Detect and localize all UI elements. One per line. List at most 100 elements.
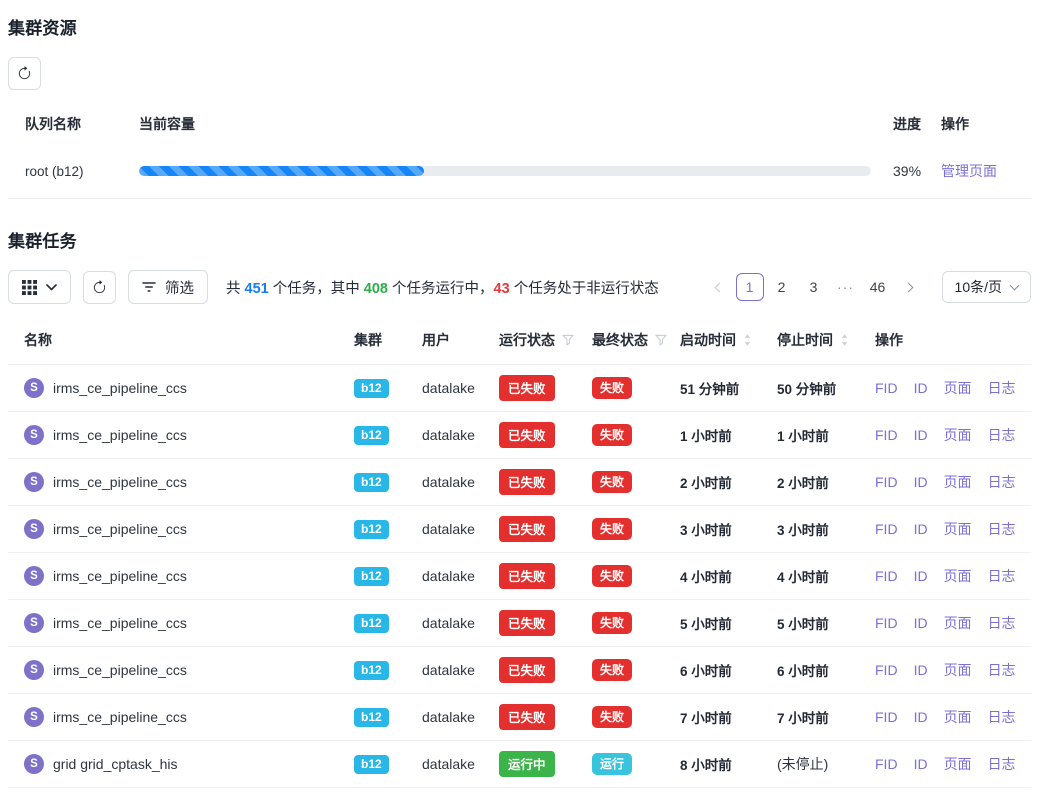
action-link-FID[interactable]: FID [875,380,898,396]
table-row: Sirms_ce_pipeline_ccs b12 datalake 已失败 失… [8,553,1031,600]
action-link-页面[interactable]: 页面 [944,615,972,631]
cluster-resources-section: 集群资源 队列名称 当前容量 进度 操作 root (b12) [8,14,1031,199]
row-actions: FID ID 页面日志 [865,553,1031,600]
cluster-cell: b12 [344,459,412,506]
task-name: irms_ce_pipeline_ccs [53,380,187,396]
action-link-页面[interactable]: 页面 [944,427,972,443]
task-name: irms_ce_pipeline_ccs [53,662,187,678]
action-link-日志[interactable]: 日志 [988,568,1016,584]
action-link-FID[interactable]: FID [875,662,898,678]
filter-funnel-icon[interactable] [655,334,667,346]
column-settings-button[interactable] [8,270,71,304]
action-link-ID[interactable]: ID [914,568,928,584]
action-link-页面[interactable]: 页面 [944,662,972,678]
page-button-46[interactable]: 46 [864,273,892,301]
chevron-down-icon [1010,281,1020,291]
action-link-ID[interactable]: ID [914,709,928,725]
action-link-ID[interactable]: ID [914,615,928,631]
user-cell: datalake [412,459,489,506]
run-status-cell: 已失败 [489,600,582,647]
pager-ellipsis[interactable]: ··· [832,273,860,301]
page-size-select[interactable]: 10条/页 [942,271,1031,303]
action-link-日志[interactable]: 日志 [988,380,1016,396]
run-status-badge: 已失败 [499,516,555,542]
action-link-页面[interactable]: 页面 [944,521,972,537]
page-button-1[interactable]: 1 [736,273,764,301]
action-link-FID[interactable]: FID [875,427,898,443]
action-link-日志[interactable]: 日志 [988,756,1016,772]
action-link-日志[interactable]: 日志 [988,427,1016,443]
cluster-cell: b12 [344,741,412,788]
user-cell: datalake [412,647,489,694]
prev-page-button[interactable] [704,273,732,301]
page: 集群资源 队列名称 当前容量 进度 操作 root (b12) [0,0,1039,790]
action-link-页面[interactable]: 页面 [944,380,972,396]
capacity-progress-bar [139,166,871,176]
final-status-badge: 失败 [592,706,632,728]
action-link-ID[interactable]: ID [914,662,928,678]
row-actions: FID ID 页面日志 [865,741,1031,788]
cluster-cell: b12 [344,412,412,459]
column-header-stop-time: 停止时间 [767,318,865,365]
user-cell: datalake [412,553,489,600]
start-time: 51 分钟前 [680,382,739,397]
user-cell: datalake [412,412,489,459]
action-link-ID[interactable]: ID [914,756,928,772]
final-status-cell: 失败 [582,553,670,600]
final-status-cell: 失败 [582,600,670,647]
tasks-refresh-button[interactable] [83,271,116,304]
action-link-页面[interactable]: 页面 [944,474,972,490]
action-link-日志[interactable]: 日志 [988,521,1016,537]
action-link-ID[interactable]: ID [914,427,928,443]
action-link-FID[interactable]: FID [875,709,898,725]
run-status-cell: 已失败 [489,694,582,741]
next-page-button[interactable] [896,273,924,301]
row-actions: FID ID 页面日志 [865,694,1031,741]
start-time: 1 小时前 [680,429,732,444]
action-link-FID[interactable]: FID [875,756,898,772]
cluster-cell: b12 [344,365,412,412]
action-link-页面[interactable]: 页面 [944,756,972,772]
action-link-日志[interactable]: 日志 [988,474,1016,490]
action-link-页面[interactable]: 页面 [944,709,972,725]
page-size-label: 10条/页 [955,277,1002,297]
page-button-2[interactable]: 2 [768,273,796,301]
final-status-badge: 失败 [592,565,632,587]
action-link-ID[interactable]: ID [914,380,928,396]
cluster-cell: b12 [344,694,412,741]
tasks-table: 名称 集群 用户 运行状态 最终状态 [8,318,1031,790]
action-link-FID[interactable]: FID [875,568,898,584]
manage-page-link[interactable]: 管理页面 [941,163,997,179]
avatar: S [24,660,44,680]
action-link-ID[interactable]: ID [914,474,928,490]
avatar: S [24,754,44,774]
page-button-3[interactable]: 3 [800,273,828,301]
filter-funnel-icon[interactable] [562,334,574,346]
action-link-FID[interactable]: FID [875,615,898,631]
action-link-FID[interactable]: FID [875,521,898,537]
table-row: Sirms_ce_pipeline_ccs b12 datalake 已失败 失… [8,694,1031,741]
sort-icon[interactable] [743,333,752,347]
start-time: 4 小时前 [680,570,732,585]
action-link-ID[interactable]: ID [914,521,928,537]
chevron-right-icon [903,282,913,292]
stop-time-cell: 7 小时前 [767,694,865,741]
resources-refresh-button[interactable] [8,57,41,90]
cluster-cell: b12 [344,600,412,647]
cluster-badge: b12 [354,426,389,445]
stop-time: 6 小时前 [777,664,829,679]
action-link-FID[interactable]: FID [875,474,898,490]
stop-time-cell: 1 小时前 [767,412,865,459]
action-link-日志[interactable]: 日志 [988,615,1016,631]
action-link-页面[interactable]: 页面 [944,568,972,584]
sort-icon[interactable] [840,333,849,347]
avatar: S [24,566,44,586]
action-link-日志[interactable]: 日志 [988,709,1016,725]
action-link-日志[interactable]: 日志 [988,662,1016,678]
cluster-badge: b12 [354,379,389,398]
task-summary: 共 451 个任务，其中 408 个任务运行中，43 个任务处于非运行状态 [226,277,659,298]
stop-time: (未停止) [777,756,828,772]
filter-button[interactable]: 筛选 [128,270,208,304]
summary-text: 个任务运行中， [388,281,494,297]
avatar: S [24,378,44,398]
